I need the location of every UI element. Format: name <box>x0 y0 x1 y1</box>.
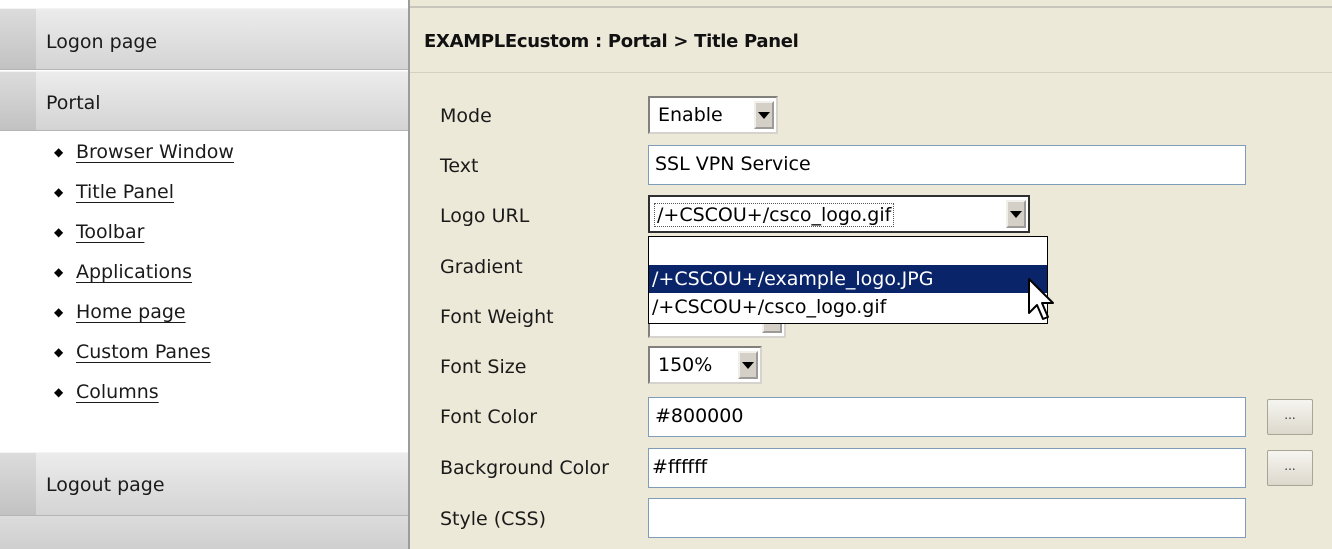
gradient-label: Gradient <box>440 256 523 278</box>
mode-label: Mode <box>440 105 492 127</box>
sidebar-item-label[interactable]: Applications <box>76 261 192 283</box>
dropdown-option-selected[interactable]: /+CSCOU+/example_logo.JPG <box>649 265 1047 293</box>
sidebar-section-label: Portal <box>46 92 101 114</box>
font-color-label: Font Color <box>440 406 538 428</box>
sidebar-item-label[interactable]: Columns <box>76 381 159 403</box>
divider <box>410 72 1332 73</box>
sidebar-section-logout-page[interactable]: Logout page <box>0 452 408 516</box>
bullet-icon: ◆ <box>54 265 64 279</box>
divider <box>410 6 1332 8</box>
sidebar-section-portal[interactable]: Portal <box>0 71 408 131</box>
bullet-icon: ◆ <box>54 145 64 159</box>
text-label: Text <box>440 155 479 177</box>
sidebar-section-logon-page[interactable]: Logon page <box>0 8 408 70</box>
logo-url-label: Logo URL <box>440 205 530 227</box>
font-color-picker-button[interactable]: ... <box>1267 399 1313 435</box>
mode-select[interactable]: Enable <box>648 96 778 134</box>
font-size-value: 150% <box>658 354 713 376</box>
chevron-down-icon[interactable] <box>738 351 758 379</box>
sidebar-item-label[interactable]: Toolbar <box>76 221 144 243</box>
sidebar-item-label[interactable]: Home page <box>76 301 186 323</box>
section-edge <box>0 9 36 69</box>
sidebar-item-browser-window[interactable]: ◆ Browser Window <box>54 137 234 167</box>
font-size-select[interactable]: 150% <box>648 346 762 384</box>
logo-url-value: /+CSCOU+/csco_logo.gif <box>654 203 895 227</box>
font-weight-label: Font Weight <box>440 306 554 328</box>
dropdown-option[interactable] <box>649 237 1047 265</box>
main-panel: EXAMPLEcustom : Portal > Title Panel Mod… <box>410 0 1332 549</box>
bullet-icon: ◆ <box>54 385 64 399</box>
font-size-label: Font Size <box>440 356 527 378</box>
sidebar: Logon page Portal ◆ Browser Window ◆ Tit… <box>0 0 410 549</box>
sidebar-item-label[interactable]: Title Panel <box>76 181 174 203</box>
bullet-icon: ◆ <box>54 345 64 359</box>
page-title: EXAMPLEcustom : Portal > Title Panel <box>424 31 799 52</box>
dropdown-option[interactable]: /+CSCOU+/csco_logo.gif <box>649 293 1047 321</box>
chevron-down-icon[interactable] <box>1006 200 1026 228</box>
background-color-picker-button[interactable]: ... <box>1267 450 1313 486</box>
logo-url-select[interactable]: /+CSCOU+/csco_logo.gif <box>648 195 1030 233</box>
sidebar-item-label[interactable]: Custom Panes <box>76 341 211 363</box>
sidebar-item-home-page[interactable]: ◆ Home page <box>54 297 186 327</box>
sidebar-section-label: Logon page <box>46 31 158 53</box>
sidebar-footer <box>0 516 408 549</box>
bullet-icon: ◆ <box>54 185 64 199</box>
background-color-input[interactable]: #ffffff <box>648 448 1246 488</box>
bullet-icon: ◆ <box>54 305 64 319</box>
background-color-label: Background Color <box>440 457 609 479</box>
section-edge <box>0 453 36 515</box>
mode-value: Enable <box>658 104 723 126</box>
sidebar-section-label: Logout page <box>46 474 165 496</box>
font-color-input[interactable]: #800000 <box>648 397 1246 437</box>
sidebar-item-columns[interactable]: ◆ Columns <box>54 377 159 407</box>
chevron-down-icon[interactable] <box>754 101 774 129</box>
mouse-pointer-icon <box>1028 278 1054 320</box>
section-edge <box>0 72 36 130</box>
style-css-label: Style (CSS) <box>440 508 546 530</box>
sidebar-item-title-panel[interactable]: ◆ Title Panel <box>54 177 174 207</box>
style-css-input[interactable] <box>648 498 1246 538</box>
logo-url-dropdown-list: /+CSCOU+/example_logo.JPG /+CSCOU+/csco_… <box>648 236 1048 324</box>
sidebar-item-applications[interactable]: ◆ Applications <box>54 257 192 287</box>
text-input[interactable]: SSL VPN Service <box>648 145 1246 185</box>
sidebar-item-custom-panes[interactable]: ◆ Custom Panes <box>54 337 211 367</box>
bullet-icon: ◆ <box>54 225 64 239</box>
sidebar-item-label[interactable]: Browser Window <box>76 141 234 163</box>
sidebar-item-toolbar[interactable]: ◆ Toolbar <box>54 217 144 247</box>
